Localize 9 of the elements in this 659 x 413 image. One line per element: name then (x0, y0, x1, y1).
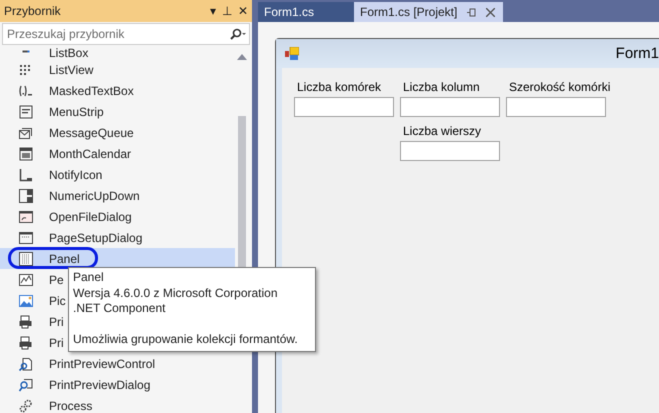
form-title: Form1 (616, 45, 659, 62)
field-label: Liczba wierszy (402, 124, 482, 138)
panel-title: Przybornik (4, 4, 62, 18)
field-label: Liczba komórek (296, 80, 382, 94)
tooltip-text: Panel (73, 270, 105, 286)
tooltip-text: .NET Component (73, 301, 166, 316)
field-label: Liczba kolumn (402, 80, 481, 94)
tooltip-description: Umożliwia grupowanie kolekcji formantów. (73, 332, 299, 347)
tooltip-text: Wersja 4.6.0.0 z Microsoft Corporation (73, 286, 279, 301)
